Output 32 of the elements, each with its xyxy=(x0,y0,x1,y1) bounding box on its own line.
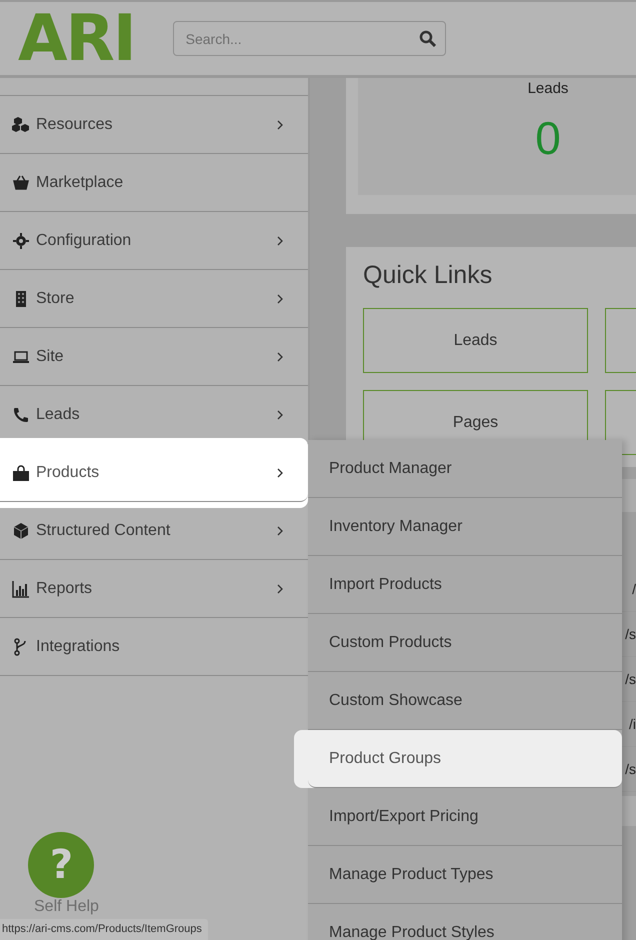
quick-link-button[interactable]: Leads xyxy=(363,308,588,373)
submenu-item[interactable]: Import Products xyxy=(308,556,622,614)
cube-icon xyxy=(12,522,30,540)
submenu-item[interactable]: Import/Export Pricing xyxy=(308,788,622,846)
sidebar-item[interactable]: Site xyxy=(0,328,308,386)
sidebar-item[interactable]: Marketplace xyxy=(0,154,308,212)
table-cell: /s xyxy=(625,626,636,642)
sidebar-item[interactable]: Resources xyxy=(0,96,308,154)
help-label: Self Help xyxy=(34,898,99,916)
stat-label: Leads xyxy=(526,80,568,97)
bag-icon xyxy=(12,464,30,482)
status-url: https://ari-cms.com/Products/ItemGroups xyxy=(0,919,208,940)
sidebar-item[interactable]: Configuration xyxy=(0,212,308,270)
table-cell: / xyxy=(632,581,636,597)
submenu-item[interactable]: Manage Product Types xyxy=(308,846,622,904)
gear-icon xyxy=(12,232,30,250)
table-cell: /i xyxy=(629,716,636,732)
stat-value: 0 xyxy=(534,111,561,165)
submenu-item[interactable]: Custom Products xyxy=(308,614,622,672)
bar-chart-icon xyxy=(12,580,30,598)
sidebar-item[interactable]: Store xyxy=(0,270,308,328)
search-field[interactable]: Search... xyxy=(172,21,446,56)
cubes-icon xyxy=(12,116,30,134)
basket-icon xyxy=(12,174,30,192)
submenu-item[interactable]: Manage Product Styles xyxy=(308,904,622,940)
submenu-item[interactable]: Inventory Manager xyxy=(308,498,622,556)
table-cell: /s xyxy=(625,671,636,687)
search-icon[interactable] xyxy=(418,30,436,47)
submenu-item[interactable]: Product Manager xyxy=(308,440,622,498)
phone-icon xyxy=(12,406,30,424)
table-cell: /s xyxy=(625,761,636,777)
quick-links-title: Quick Links xyxy=(363,261,494,290)
